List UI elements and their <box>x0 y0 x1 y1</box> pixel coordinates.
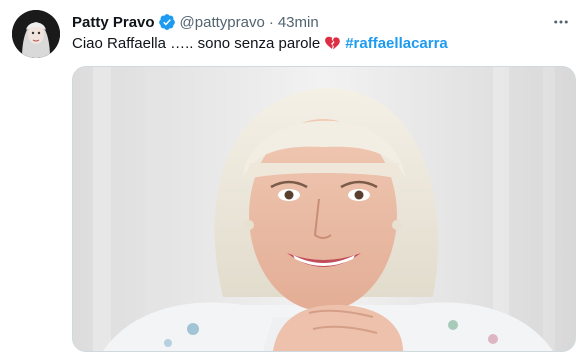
hashtag-link[interactable]: #raffaellacarra <box>345 34 448 54</box>
verified-badge-icon <box>158 13 176 31</box>
avatar[interactable] <box>12 10 60 58</box>
more-options-button[interactable] <box>549 10 573 34</box>
tweet-text: Ciao Raffaella ….. sono senza parole #ra… <box>72 34 448 54</box>
tweet-timestamp[interactable]: 43min <box>278 14 319 31</box>
author-name[interactable]: Patty Pravo <box>72 14 155 31</box>
tweet-photo[interactable] <box>72 66 576 352</box>
more-horizontal-icon <box>552 13 570 31</box>
tweet[interactable]: Patty Pravo @pattypravo · 43min Ciao Raf… <box>0 0 587 360</box>
tweet-header: Patty Pravo @pattypravo · 43min <box>72 12 319 32</box>
author-handle[interactable]: @pattypravo <box>180 14 265 31</box>
separator-dot: · <box>268 13 274 31</box>
broken-heart-icon <box>324 35 342 53</box>
tweet-text-body: Ciao Raffaella ….. sono senza parole <box>72 35 321 52</box>
